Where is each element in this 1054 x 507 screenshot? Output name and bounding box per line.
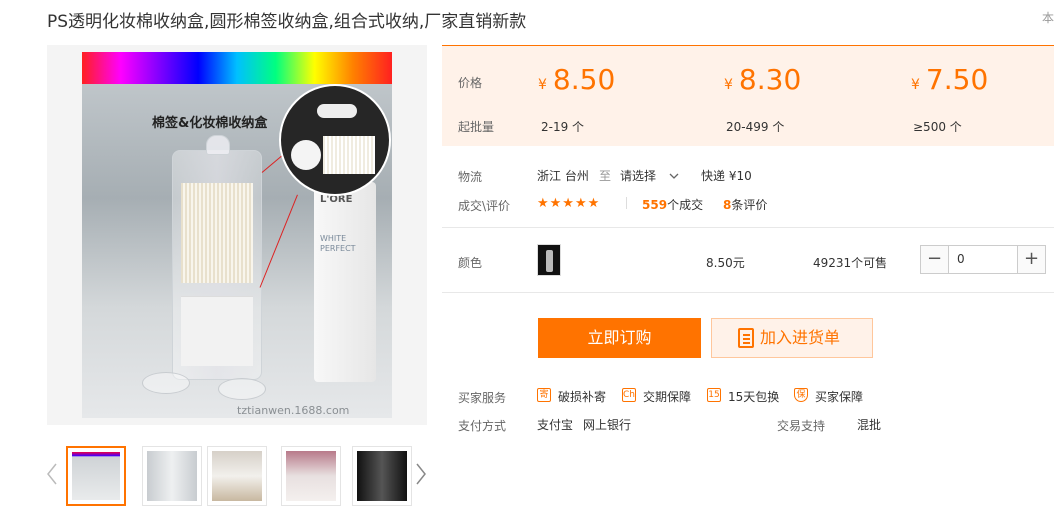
thumbnail[interactable] [66, 446, 126, 506]
review-count[interactable]: 8条评价 [723, 196, 767, 213]
ship-to-text: 至 [599, 169, 612, 183]
deals-text: 个成交 [667, 198, 704, 212]
moq-tier-1: 2-19 个 [541, 120, 585, 134]
cotton-swabs [181, 183, 253, 283]
service-item[interactable]: 买家保障 [815, 388, 863, 405]
lid-dish [218, 378, 266, 400]
ship-origin: 浙江 台州 [537, 169, 589, 183]
reviews-label: 成交\评价 [458, 199, 511, 213]
service-item[interactable]: 15天包换 [728, 388, 779, 405]
product-photo: 棉签&化妆棉收纳盒 L'ORE WHITE PERFECT tztianwen.… [82, 52, 392, 418]
variant-price: 8.50元 [706, 256, 745, 270]
price-value: 7.50 [925, 63, 989, 96]
divider [626, 197, 627, 209]
product-title: PS透明化妆棉收纳盒,圆形棉签收纳盒,组合式收纳,厂家直销新款 [47, 12, 527, 32]
detail-pad [317, 104, 357, 118]
service-item[interactable]: 破损补寄 [558, 388, 606, 405]
logistics-label: 物流 [458, 170, 483, 184]
minus-button[interactable]: − [921, 246, 949, 273]
thumbnail[interactable] [281, 446, 341, 506]
rainbow-banner [82, 52, 392, 84]
currency-symbol: ¥ [538, 77, 547, 93]
payment-method: 网上银行 [583, 418, 632, 432]
detail-swabs [323, 136, 375, 174]
divider [442, 227, 1054, 228]
bottle-name: WHITE PERFECT [320, 234, 356, 253]
thumb-next-icon[interactable] [414, 462, 428, 486]
services-label: 买家服务 [458, 391, 507, 405]
swatch-image [546, 250, 553, 272]
color-swatch[interactable] [537, 244, 561, 276]
thumbnail[interactable] [142, 446, 202, 506]
deals-count[interactable]: 559个成交 [642, 196, 703, 213]
price-tier-2: ¥8.30 [724, 63, 801, 96]
divider [442, 292, 1054, 293]
rating-stars: ★★★★★ [537, 196, 601, 211]
corner-text[interactable]: 本 [1042, 9, 1054, 26]
moq-tier-3: ≥500 个 [913, 120, 962, 134]
currency-symbol: ¥ [911, 77, 920, 93]
price-tier-3: ¥7.50 [911, 63, 988, 96]
add-to-cart-button[interactable]: 加入进货单 [711, 318, 873, 358]
quantity-stepper: − 0 + [920, 245, 1046, 274]
moq-label: 起批量 [458, 120, 495, 134]
currency-symbol: ¥ [724, 77, 733, 93]
plus-button[interactable]: + [1017, 246, 1045, 273]
review-text: 条评价 [731, 198, 768, 212]
trade-support-value: 混批 [857, 418, 882, 432]
payment-method: 支付宝 [537, 418, 574, 432]
quantity-input[interactable]: 0 [957, 252, 965, 266]
shield-icon: 保 [794, 388, 808, 402]
lid-dish [142, 372, 190, 394]
detail-circle [279, 84, 391, 196]
delivery-guarantee-icon: Ch [622, 388, 636, 402]
jar-lid [206, 135, 230, 155]
detail-pad [291, 140, 321, 170]
variant-stock: 49231个可售 [813, 256, 888, 270]
cotton-pads [181, 296, 253, 366]
image-label: 棉签&化妆棉收纳盒 [152, 116, 268, 131]
buy-now-button[interactable]: 立即订购 [538, 318, 701, 358]
thumbnail[interactable] [207, 446, 267, 506]
pointer-arrow [259, 194, 298, 288]
lotion-bottle: L'ORE WHITE PERFECT [314, 182, 376, 382]
chevron-down-icon[interactable] [669, 169, 679, 179]
price-tier-1: ¥8.50 [538, 63, 615, 96]
storage-jar [172, 135, 262, 380]
price-value: 8.50 [552, 63, 616, 96]
price-value: 8.30 [738, 63, 802, 96]
watermark: tztianwen.1688.com [237, 404, 350, 417]
thumb-prev-icon[interactable] [45, 462, 59, 486]
trade-support-label: 交易支持 [777, 419, 826, 433]
add-to-cart-label: 加入进货单 [760, 328, 841, 347]
thumbnail[interactable] [352, 446, 412, 506]
clipboard-icon [738, 328, 754, 348]
service-item[interactable]: 交期保障 [643, 388, 691, 405]
color-label: 颜色 [458, 256, 483, 270]
payment-label: 支付方式 [458, 419, 507, 433]
shipping-fee: 快递 ¥10 [701, 169, 752, 183]
deals-number: 559 [642, 198, 668, 212]
exchange-icon: 15 [707, 388, 721, 402]
repost-icon: 寄 [537, 388, 551, 402]
destination-select[interactable]: 请选择 [620, 167, 656, 184]
moq-tier-2: 20-499 个 [726, 120, 785, 134]
main-product-image[interactable]: 棉签&化妆棉收纳盒 L'ORE WHITE PERFECT tztianwen.… [47, 45, 427, 425]
price-label: 价格 [458, 76, 483, 90]
